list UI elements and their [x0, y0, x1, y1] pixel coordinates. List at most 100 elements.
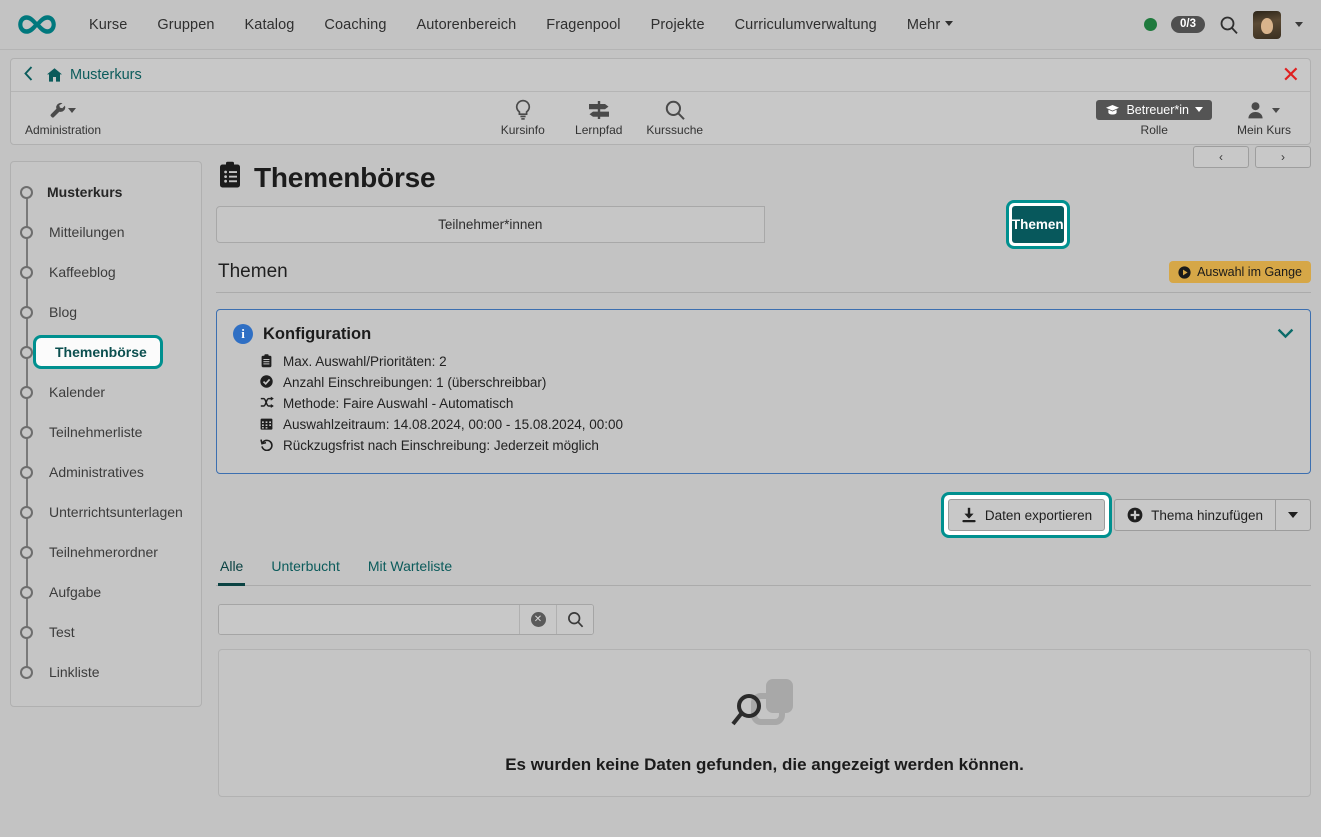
add-topic-dropdown-button[interactable]: [1275, 499, 1311, 531]
back-button[interactable]: [23, 65, 34, 85]
sidebar-item-linkliste[interactable]: Linkliste: [11, 652, 201, 692]
config-row-max-auswahl: Max. Auswahl/Prioritäten: 2: [259, 352, 1294, 372]
chevron-down-icon[interactable]: [1295, 22, 1303, 27]
sidebar-item-label: Teilnehmerordner: [49, 544, 158, 560]
search-icon[interactable]: [1219, 15, 1239, 35]
sidebar-item-test[interactable]: Test: [11, 612, 201, 652]
action-buttons-row: Daten exportieren Thema hinzufügen: [216, 492, 1311, 538]
configuration-list: Max. Auswahl/Prioritäten: 2 Anzahl Einsc…: [233, 352, 1294, 456]
role-pill[interactable]: Betreuer*in: [1096, 100, 1212, 120]
nav-label: Fragenpool: [546, 17, 620, 33]
config-row-text: Anzahl Einschreibungen: 1 (überschreibba…: [283, 373, 546, 393]
main-content: Themenbörse Teilnehmer*innen Themen Them…: [216, 161, 1311, 797]
add-topic-button[interactable]: Thema hinzufügen: [1114, 499, 1275, 531]
filter-tab-unterbucht[interactable]: Unterbucht: [269, 554, 341, 585]
nav-item-kurse[interactable]: Kurse: [74, 11, 142, 39]
nav-item-autorenbereich[interactable]: Autorenbereich: [402, 11, 532, 39]
tree-node-icon: [20, 386, 33, 399]
toolbar-item-kurssuche[interactable]: Kurssuche: [645, 99, 705, 137]
top-navigation-bar: Kurse Gruppen Katalog Coaching Autorenbe…: [0, 0, 1321, 50]
search-submit-button[interactable]: [556, 605, 593, 634]
main-layout: Musterkurs Mitteilungen Kaffeeblog Blog …: [0, 145, 1321, 797]
sidebar-item-kalender[interactable]: Kalender: [11, 372, 201, 412]
notification-count-badge[interactable]: 0/3: [1171, 16, 1205, 34]
main-tabs: Teilnehmer*innen Themen: [216, 206, 1311, 243]
sidebar-item-kaffeeblog[interactable]: Kaffeeblog: [11, 252, 201, 292]
role-switcher[interactable]: Betreuer*in Rolle: [1096, 100, 1212, 137]
wrench-icon: [48, 99, 78, 121]
search-input[interactable]: [219, 605, 519, 634]
filter-tab-mit-warteliste[interactable]: Mit Warteliste: [366, 554, 454, 585]
status-badge[interactable]: Auswahl im Gange: [1169, 261, 1311, 283]
sidebar-item-teilnehmerordner[interactable]: Teilnehmerordner: [11, 532, 201, 572]
breadcrumb-course-title[interactable]: Musterkurs: [70, 67, 142, 83]
nav-item-gruppen[interactable]: Gruppen: [142, 11, 229, 39]
tree-node-icon: [20, 626, 33, 639]
check-circle-icon: [259, 373, 274, 388]
close-icon[interactable]: ✕: [1282, 65, 1300, 87]
sidebar-item-teilnehmerliste[interactable]: Teilnehmerliste: [11, 412, 201, 452]
config-row-text: Rückzugsfrist nach Einschreibung: Jederz…: [283, 436, 599, 456]
export-data-button[interactable]: Daten exportieren: [948, 499, 1105, 531]
tree-node-icon: [20, 466, 33, 479]
nav-item-fragenpool[interactable]: Fragenpool: [531, 11, 635, 39]
nav-label: Katalog: [245, 17, 295, 33]
download-icon: [961, 507, 977, 523]
sidebar-item-label: Unterrichtsunterlagen: [49, 504, 183, 520]
nav-item-mehr[interactable]: Mehr: [892, 11, 968, 39]
toolbar-label: Lernpfad: [575, 123, 622, 137]
calendar-icon: [259, 415, 274, 430]
sidebar-item-administratives[interactable]: Administratives: [11, 452, 201, 492]
config-row-text: Methode: Faire Auswahl - Automatisch: [283, 394, 513, 414]
toolbar-label: Administration: [25, 123, 101, 137]
toolbar-item-administration[interactable]: Administration: [25, 99, 101, 137]
online-status-dot: [1144, 18, 1157, 31]
toolbar-right-group: Betreuer*in Rolle Mein Kurs: [1096, 99, 1302, 137]
signpost-icon: [587, 99, 611, 121]
home-icon[interactable]: [46, 67, 63, 83]
clipboard-list-icon: [218, 161, 242, 194]
page-title-text: Themenbörse: [254, 162, 435, 194]
tab-themen[interactable]: Themen: [1012, 206, 1064, 243]
tree-node-icon: [20, 546, 33, 559]
filter-tab-alle[interactable]: Alle: [218, 554, 245, 586]
sidebar-item-aufgabe[interactable]: Aufgabe: [11, 572, 201, 612]
sidebar-item-label: Aufgabe: [49, 584, 101, 600]
sidebar-item-blog[interactable]: Blog: [11, 292, 201, 332]
page-next-button[interactable]: ›: [1255, 146, 1311, 168]
nav-label: Projekte: [651, 17, 705, 33]
avatar[interactable]: [1253, 11, 1281, 39]
sidebar-item-unterrichtsunterlagen[interactable]: Unterrichtsunterlagen: [11, 492, 201, 532]
toolbar-center-group: Kursinfo Lernpfad Kurssuche: [493, 99, 705, 137]
sidebar-item-label: Blog: [49, 304, 77, 320]
collapse-panel-button[interactable]: [1277, 326, 1294, 344]
role-caption: Rolle: [1141, 123, 1168, 137]
tree-node-icon: [20, 346, 33, 359]
toolbar-item-kursinfo[interactable]: Kursinfo: [493, 99, 553, 137]
page-prev-button[interactable]: ‹: [1193, 146, 1249, 168]
course-header: Musterkurs ✕ Administration Kursinfo: [10, 58, 1311, 145]
chevron-down-icon: [1195, 107, 1203, 112]
nav-label: Kurse: [89, 17, 127, 33]
tab-themen-wrapper: Themen: [765, 206, 1312, 243]
tree-node-icon: [20, 226, 33, 239]
sidebar-item-mitteilungen[interactable]: Mitteilungen: [11, 212, 201, 252]
nav-item-projekte[interactable]: Projekte: [636, 11, 720, 39]
course-tree: Musterkurs Mitteilungen Kaffeeblog Blog …: [11, 172, 201, 692]
undo-icon: [259, 436, 274, 451]
pagination-controls: ‹ ›: [1193, 146, 1311, 168]
infinity-logo[interactable]: [14, 9, 60, 41]
clear-search-button[interactable]: ✕: [519, 605, 556, 634]
sidebar-item-themenboerse[interactable]: Themenbörse: [11, 332, 201, 372]
nav-item-curriculumverwaltung[interactable]: Curriculumverwaltung: [720, 11, 892, 39]
toolbar-item-lernpfad[interactable]: Lernpfad: [569, 99, 629, 137]
tab-teilnehmer[interactable]: Teilnehmer*innen: [216, 206, 765, 243]
sidebar-item-musterkurs[interactable]: Musterkurs: [11, 172, 201, 212]
toolbar-item-mein-kurs[interactable]: Mein Kurs: [1234, 99, 1294, 137]
section-header: Themen Auswahl im Gange: [216, 251, 1311, 293]
search-icon: [567, 611, 584, 628]
nav-item-katalog[interactable]: Katalog: [230, 11, 310, 39]
sidebar-item-label: Musterkurs: [47, 184, 122, 200]
nav-item-coaching[interactable]: Coaching: [309, 11, 401, 39]
tree-node-icon: [20, 306, 33, 319]
